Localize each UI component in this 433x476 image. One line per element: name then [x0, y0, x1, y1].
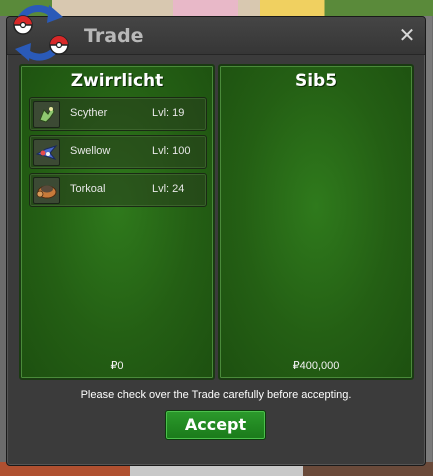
pokemon-level: Lvl: 19 [152, 107, 185, 119]
trader-name-left: Zwirrlicht [70, 71, 164, 91]
trade-panel-left: Zwirrlicht Scyther Lvl: 19 Swellow Lvl: [19, 64, 215, 380]
swellow-icon [33, 139, 60, 166]
trade-arrows-logo-icon [13, 5, 69, 61]
money-offer-left: ₽0 [110, 360, 124, 372]
accept-button[interactable]: Accept [165, 410, 266, 440]
pokemon-slot-1[interactable]: Scyther Lvl: 19 [29, 97, 207, 131]
pokemon-name: Torkoal [70, 183, 106, 195]
pokemon-name: Scyther [70, 107, 108, 119]
pokemon-name: Swellow [70, 145, 111, 157]
torkoal-icon [33, 177, 60, 204]
trade-window: Trade ✕ Zwirrlicht Scyther Lvl: 19 Swell… [6, 5, 426, 466]
window-title: Trade [84, 25, 144, 47]
pokemon-slot-2[interactable]: Swellow Lvl: 100 [29, 135, 207, 169]
trader-name-right: Sib5 [294, 71, 338, 91]
close-button[interactable]: ✕ [398, 25, 416, 45]
scyther-icon [33, 101, 60, 128]
pokemon-level: Lvl: 24 [152, 183, 185, 195]
money-offer-right: ₽400,000 [292, 360, 340, 372]
pokemon-slot-3[interactable]: Torkoal Lvl: 24 [29, 173, 207, 207]
trade-panel-right: Sib5 ₽400,000 [218, 64, 414, 380]
trade-titlebar: Trade ✕ [7, 5, 425, 61]
pokemon-level: Lvl: 100 [152, 145, 191, 157]
trade-notice: Please check over the Trade carefully be… [80, 389, 352, 401]
